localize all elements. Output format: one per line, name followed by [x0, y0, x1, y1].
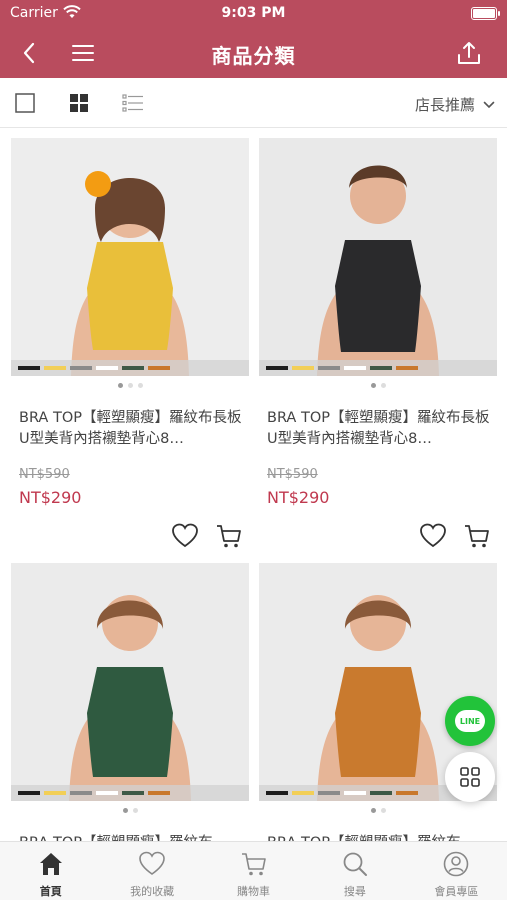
color-swatch: [370, 366, 392, 370]
chevron-down-icon: [483, 101, 495, 108]
color-swatch: [266, 791, 288, 795]
add-to-cart-icon[interactable]: [215, 522, 243, 550]
sort-label: 店長推薦: [414, 96, 475, 114]
tab-label: 首頁: [39, 885, 62, 898]
color-swatch: [148, 366, 170, 370]
color-swatch: [70, 366, 92, 370]
page-title: 商品分類: [211, 44, 296, 68]
clock: 9:03 PM: [221, 5, 286, 21]
tab-label: 購物車: [237, 885, 271, 898]
favorite-heart-icon[interactable]: [419, 522, 447, 550]
tab-favorites[interactable]: 我的收藏: [101, 842, 202, 900]
color-swatch: [18, 366, 40, 370]
add-to-cart-icon[interactable]: [463, 522, 491, 550]
product-name[interactable]: BRA TOP【輕塑顯瘦】羅紋布長板U型美背內搭襯墊背心8…: [19, 408, 245, 450]
bottom-tab-bar: 首頁 我的收藏 購物車 搜尋 會員專區: [0, 841, 507, 900]
heart-icon: [139, 851, 165, 875]
product-photo[interactable]: [259, 138, 497, 376]
image-pager: [259, 808, 497, 813]
original-price: NT$590: [19, 467, 70, 482]
line-label: LINE: [459, 716, 481, 726]
garment: [87, 667, 173, 777]
product-name[interactable]: BRA TOP【輕塑顯瘦】羅紋布: [267, 833, 493, 841]
line-icon: LINE: [455, 710, 485, 732]
color-swatch: [44, 791, 66, 795]
image-pager: [11, 808, 249, 813]
color-swatch: [292, 366, 314, 370]
product-photo[interactable]: [11, 563, 249, 801]
favorite-heart-icon[interactable]: [171, 522, 199, 550]
list-view-icon[interactable]: [122, 92, 144, 114]
color-swatch: [266, 366, 288, 370]
search-icon: [343, 852, 367, 876]
product-name[interactable]: BRA TOP【輕塑顯瘦】羅紋布長板U型美背內搭襯墊背心8…: [267, 408, 493, 450]
color-swatch: [122, 366, 144, 370]
product-photo[interactable]: [11, 138, 249, 376]
view-toolbar: 店長推薦: [0, 78, 507, 128]
color-swatch: [18, 791, 40, 795]
grid-menu-icon: [460, 767, 480, 787]
color-swatch: [292, 791, 314, 795]
garment: [335, 667, 421, 777]
battery-icon: [471, 7, 500, 20]
sort-dropdown[interactable]: 店長推薦: [415, 94, 495, 115]
color-swatch: [70, 791, 92, 795]
product-name[interactable]: BRA TOP【輕塑顯瘦】羅紋布: [19, 833, 245, 841]
color-swatch: [396, 366, 418, 370]
color-swatches: [11, 785, 249, 801]
color-swatch: [370, 791, 392, 795]
tab-home[interactable]: 首頁: [0, 842, 101, 900]
share-icon: [458, 42, 480, 64]
product-card[interactable]: BRA TOP【輕塑顯瘦】羅紋布長板U型美背內搭襯墊背心8… NT$590 NT…: [11, 138, 249, 558]
color-swatch: [318, 366, 340, 370]
tab-cart[interactable]: 購物車: [203, 842, 304, 900]
status-bar: Carrier 9:03 PM: [0, 0, 507, 28]
tab-search[interactable]: 搜尋: [304, 842, 405, 900]
line-chat-button[interactable]: LINE: [445, 696, 495, 746]
product-card[interactable]: BRA TOP【輕塑顯瘦】羅紋布長板U型美背內搭襯墊背心8… NT$590 NT…: [259, 138, 497, 558]
color-swatches: [259, 360, 497, 376]
image-pager: [259, 383, 497, 388]
color-swatch: [344, 791, 366, 795]
share-button[interactable]: [454, 38, 484, 68]
cart-icon: [241, 853, 266, 876]
color-swatches: [11, 360, 249, 376]
sale-price: NT$290: [19, 488, 82, 507]
color-swatch: [396, 791, 418, 795]
grid-view-icon[interactable]: [68, 92, 90, 114]
single-view-icon[interactable]: [14, 92, 36, 114]
color-swatch: [96, 366, 118, 370]
tab-label: 會員專區: [434, 885, 479, 898]
original-price: NT$590: [267, 467, 318, 482]
navigation-bar: 商品分類: [0, 28, 507, 78]
model-figure: [259, 138, 497, 376]
garment: [87, 242, 173, 350]
tab-member[interactable]: 會員專區: [406, 842, 507, 900]
product-card[interactable]: BRA TOP【輕塑顯瘦】羅紋布: [11, 563, 249, 841]
user-icon: [444, 851, 469, 877]
quick-menu-button[interactable]: [445, 752, 495, 802]
color-swatch: [318, 791, 340, 795]
model-figure: [11, 563, 249, 801]
color-swatch: [148, 791, 170, 795]
home-icon: [39, 853, 62, 875]
garment: [335, 240, 421, 352]
tab-label: 搜尋: [343, 885, 366, 898]
color-swatch: [344, 366, 366, 370]
product-grid: BRA TOP【輕塑顯瘦】羅紋布長板U型美背內搭襯墊背心8… NT$590 NT…: [0, 128, 507, 841]
color-swatch: [122, 791, 144, 795]
tab-label: 我的收藏: [130, 885, 175, 898]
model-figure: [11, 138, 249, 376]
image-pager: [11, 383, 249, 388]
top-bar: Carrier 9:03 PM 商品分類: [0, 0, 507, 78]
color-swatch: [44, 366, 66, 370]
color-swatch: [96, 791, 118, 795]
sale-price: NT$290: [267, 488, 330, 507]
